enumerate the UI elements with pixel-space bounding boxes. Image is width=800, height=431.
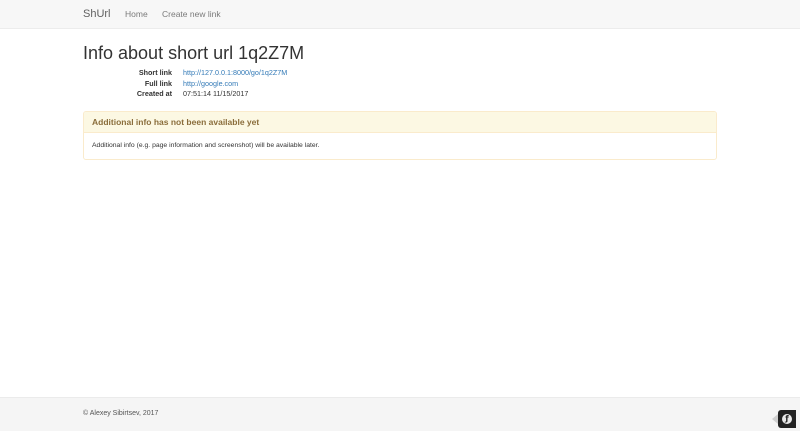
short-link-label: Short link (138, 68, 172, 77)
short-link-value[interactable]: http://127.0.0.1:8000/go/1q2Z7M (183, 68, 287, 78)
debug-toolbar-toggle[interactable]: ƒ (778, 410, 796, 428)
symfony-logo-icon: ƒ (782, 414, 792, 424)
nav-create-link[interactable]: Create new link (162, 9, 221, 19)
navbar: ShUrl Home Create new link (0, 0, 800, 29)
additional-info-panel: Additional info has not been available y… (83, 111, 717, 160)
created-at-label: Created at (136, 89, 172, 98)
footer: © Alexey Sibirtsev, 2017 ƒ (0, 397, 800, 431)
created-at-value: 07:51:14 11/15/2017 (183, 89, 249, 98)
panel-body: Additional info (e.g. page information a… (92, 142, 320, 149)
full-link-label: Full link (144, 78, 172, 88)
footer-copyright: © Alexey Sibirtsev, 2017 (83, 410, 159, 417)
page-title: Info about short url 1q2Z7M (83, 43, 305, 63)
brand-link[interactable]: ShUrl (83, 8, 111, 20)
panel-heading: Additional info has not been available y… (84, 112, 716, 133)
nav-home-link[interactable]: Home (125, 9, 148, 19)
full-link-value[interactable]: http://google.com (183, 79, 238, 89)
